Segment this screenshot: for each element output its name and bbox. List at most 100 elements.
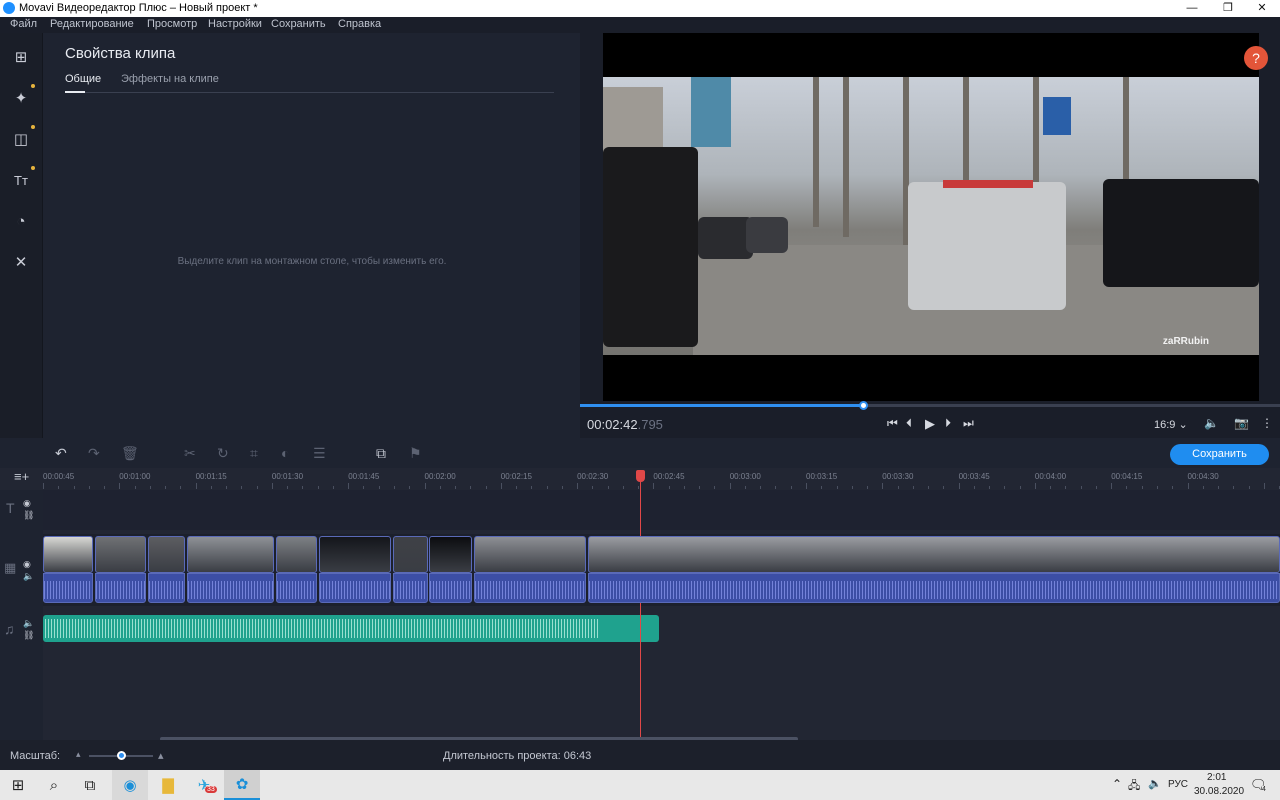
delete-icon[interactable]: 🗑 <box>121 445 139 462</box>
redo-icon[interactable]: ↷ <box>88 445 100 462</box>
language-indicator[interactable]: РУС <box>1168 779 1188 790</box>
undo-icon[interactable]: ↶ <box>55 445 67 462</box>
edge-browser-icon[interactable]: ◉ <box>112 770 148 800</box>
telegram-icon[interactable]: ✈ 33 <box>186 770 222 800</box>
crop-icon[interactable]: ⌗ <box>250 445 258 462</box>
clip-audio[interactable] <box>319 573 391 603</box>
titles-icon[interactable]: Tт <box>6 165 36 195</box>
save-button[interactable]: Сохранить <box>1170 444 1269 465</box>
visibility-icon[interactable]: ◉ <box>23 498 31 509</box>
clip-audio[interactable] <box>187 573 274 603</box>
clip-audio[interactable] <box>474 573 586 603</box>
close-button[interactable]: ✕ <box>1244 0 1280 17</box>
lock-icon[interactable]: ⛓ <box>23 510 34 521</box>
video-clip[interactable] <box>148 536 185 573</box>
clip-audio[interactable] <box>588 573 1280 603</box>
clip-audio[interactable] <box>276 573 317 603</box>
zoom-in-icon[interactable]: ▴ <box>158 749 164 762</box>
clip-audio[interactable] <box>393 573 428 603</box>
title-track[interactable] <box>43 490 1280 530</box>
playhead-line[interactable] <box>640 470 641 740</box>
music-lock-icon[interactable]: ⛓ <box>23 630 34 641</box>
file-explorer-icon[interactable]: ▇ <box>150 770 186 800</box>
ruler-tick <box>256 486 258 489</box>
task-view-icon[interactable]: ⧉ <box>72 770 108 800</box>
search-icon[interactable]: ⌕ <box>36 770 72 800</box>
ruler-tick <box>1004 486 1006 489</box>
marker-icon[interactable]: ⚑ <box>409 445 422 462</box>
clock-date[interactable]: 30.08.2020 <box>1194 786 1244 797</box>
video-clip[interactable] <box>393 536 428 573</box>
snapshot-icon[interactable]: 📷 <box>1234 416 1249 430</box>
next-frame-icon[interactable]: ⏵ <box>945 416 951 431</box>
network-icon[interactable]: 🖧 <box>1128 777 1140 796</box>
zoom-slider-handle[interactable] <box>117 751 126 760</box>
video-clip[interactable] <box>187 536 274 573</box>
ruler-tick <box>134 486 136 489</box>
clock-time[interactable]: 2:01 <box>1207 772 1226 783</box>
playhead-handle[interactable] <box>636 470 645 482</box>
video-clip[interactable] <box>95 536 146 573</box>
tool-sidebar: ⊞ ✦ ◫ Tт ◔ ✕ <box>0 33 43 438</box>
menu-file[interactable]: Файл <box>10 18 37 30</box>
magic-wand-icon[interactable]: ✦ <box>6 83 36 113</box>
import-icon[interactable]: ⊞ <box>6 42 36 72</box>
play-icon[interactable]: ▶ <box>925 416 935 432</box>
tray-chevron-icon[interactable]: ⌃ <box>1112 777 1122 791</box>
prev-frame-icon[interactable]: ⏴ <box>906 416 912 431</box>
windows-start-icon[interactable]: ⊞ <box>0 770 36 800</box>
aspect-ratio-select[interactable]: 16:9 ⌄ <box>1154 418 1188 431</box>
zoom-out-icon[interactable]: ▴ <box>76 749 81 760</box>
menu-view[interactable]: Просмотр <box>147 18 197 30</box>
adjust-icon[interactable]: ☰ <box>313 445 326 462</box>
clip-properties-icon[interactable]: ⧉ <box>376 445 386 462</box>
ruler-tick <box>806 483 807 489</box>
menu-help[interactable]: Справка <box>338 18 381 30</box>
stickers-icon[interactable]: ◔ <box>6 206 36 236</box>
video-clip[interactable] <box>276 536 317 573</box>
video-preview[interactable]: zaRRubin <box>603 33 1259 401</box>
add-track-icon[interactable]: ≡+ <box>14 469 29 484</box>
video-clip[interactable] <box>588 536 1280 573</box>
movavi-taskbar-icon[interactable]: ✿ <box>224 770 260 800</box>
progress-handle[interactable] <box>858 401 868 410</box>
volume-icon[interactable]: 🔈 <box>1204 416 1219 430</box>
tab-clip-effects[interactable]: Эффекты на клипе <box>121 73 219 85</box>
tab-general[interactable]: Общие <box>65 73 101 85</box>
rotate-icon[interactable]: ↻ <box>217 445 229 462</box>
ruler-tick <box>1156 486 1158 489</box>
clip-audio[interactable] <box>429 573 472 603</box>
ruler-tick <box>1065 486 1067 489</box>
cut-icon[interactable]: ✂ <box>184 445 196 462</box>
music-clip[interactable] <box>43 615 659 642</box>
video-mute-icon[interactable]: 🔈 <box>23 571 34 582</box>
skip-end-icon[interactable]: ⏭ <box>963 416 974 431</box>
help-button[interactable]: ? <box>1244 46 1268 70</box>
music-mute-icon[interactable]: 🔈 <box>23 618 34 629</box>
window-title: Movavi Видеоредактор Плюс – Новый проект… <box>19 2 258 14</box>
speaker-icon[interactable]: 🔈 <box>1148 777 1162 790</box>
menu-edit[interactable]: Редактирование <box>50 18 134 30</box>
more-icon[interactable]: ⋮ <box>1261 416 1273 430</box>
video-clip[interactable] <box>43 536 93 573</box>
maximize-button[interactable]: ❐ <box>1210 0 1246 17</box>
clip-audio[interactable] <box>43 573 93 603</box>
menu-settings[interactable]: Настройки <box>208 18 262 30</box>
tools-icon[interactable]: ✕ <box>6 247 36 277</box>
time-ruler[interactable]: 00:00:45 00:01:00 00:01:15 00:01:30 00:01:45… <box>43 468 1280 490</box>
video-clip[interactable] <box>319 536 391 573</box>
clip-audio[interactable] <box>95 573 146 603</box>
transitions-icon[interactable]: ◫ <box>6 124 36 154</box>
color-icon[interactable]: ◐ <box>281 445 289 461</box>
video-clip[interactable] <box>474 536 586 573</box>
player-panel: zaRRubin ? 00:02:42.795 ⏮ ⏴ ▶ ⏵ ⏭ 16:9 ⌄… <box>580 33 1280 438</box>
video-visibility-icon[interactable]: ◉ <box>23 559 31 570</box>
playback-progress[interactable] <box>580 401 1280 410</box>
ruler-tick-label: 00:01:00 <box>119 472 151 481</box>
ruler-tick <box>73 486 75 489</box>
video-clip[interactable] <box>429 536 472 573</box>
minimize-button[interactable]: — <box>1174 0 1210 17</box>
skip-start-icon[interactable]: ⏮ <box>887 416 898 431</box>
menu-save[interactable]: Сохранить <box>271 18 326 30</box>
clip-audio[interactable] <box>148 573 185 603</box>
